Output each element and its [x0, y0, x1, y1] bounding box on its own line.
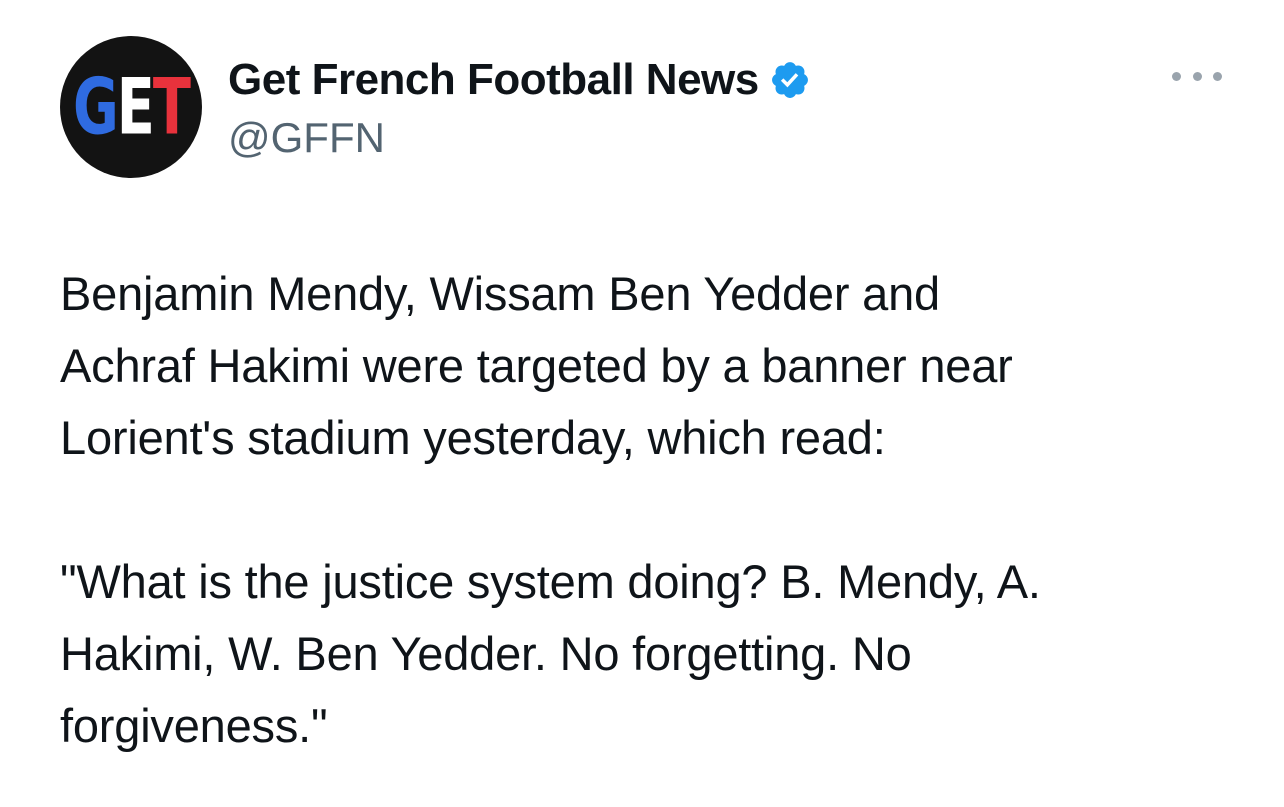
more-dot [1213, 71, 1222, 81]
name-row: Get French Football News [228, 52, 811, 108]
verified-badge-icon [769, 59, 811, 101]
more-dot [1192, 71, 1202, 81]
more-horizontal-icon[interactable] [1172, 64, 1222, 88]
logo-letter-g: G [73, 60, 119, 152]
tweet-card: G E T Get French Football News @GFFN Ben… [0, 0, 1284, 807]
author-handle[interactable]: @GFFN [228, 114, 811, 162]
avatar[interactable]: G E T [60, 36, 202, 178]
logo-letter-t: T [152, 60, 191, 152]
author-display-name[interactable]: Get French Football News [228, 55, 759, 105]
tweet-body-text: Benjamin Mendy, Wissam Ben Yedder and Ac… [60, 267, 1041, 752]
logo-letter-e: E [116, 60, 155, 152]
more-dot [1172, 71, 1181, 81]
gff-logo: G E T [73, 60, 191, 152]
tweet-header: Get French Football News @GFFN [228, 52, 811, 162]
